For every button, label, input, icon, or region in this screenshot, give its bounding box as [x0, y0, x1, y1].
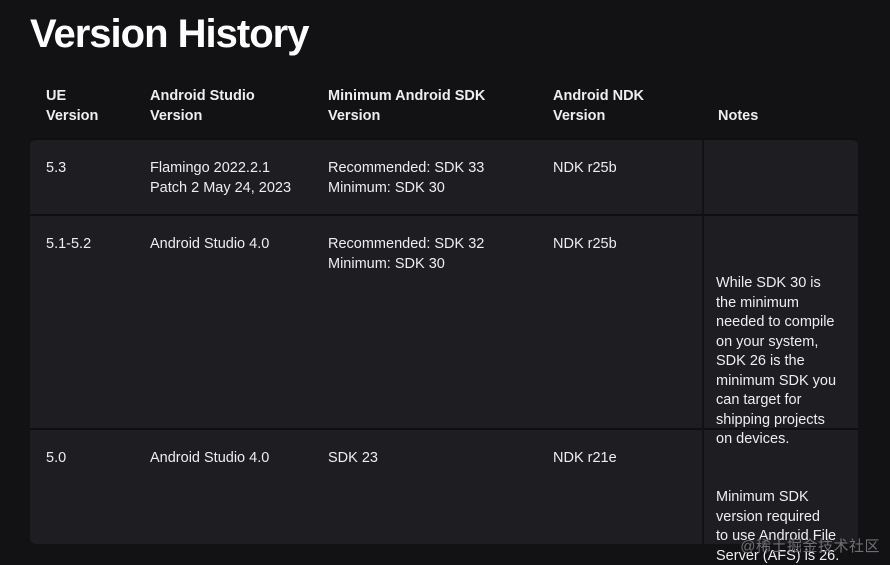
cell-android-studio-version: Android Studio 4.0 — [150, 450, 270, 466]
notes-divider — [702, 140, 704, 218]
watermark-text: @稀土掘金技术社区 — [740, 538, 880, 555]
notes-divider — [702, 216, 704, 450]
cell-ue-version: 5.0 — [46, 450, 67, 466]
cell-ndk-version: NDK r25b — [553, 236, 617, 252]
cell-notes: While SDK 30 is the minimum needed to co… — [702, 216, 858, 450]
cell-ue-version: 5.1-5.2 — [46, 236, 92, 252]
page-title: Version History — [30, 12, 309, 56]
cell-notes — [702, 140, 858, 218]
table-row: 5.1-5.2 Android Studio 4.0 Recommended: … — [30, 214, 858, 450]
cell-ndk-version: NDK r25b — [553, 160, 617, 176]
cell-ndk-version: NDK r21e — [553, 450, 617, 466]
notes-text: While SDK 30 is the minimum needed to co… — [716, 275, 837, 447]
header-ndk-version: Android NDK Version — [553, 88, 645, 124]
version-history-page: Version History UE Version Android Studi… — [0, 0, 890, 565]
table-header-row: UE Version Android Studio Version Minimu… — [30, 76, 858, 138]
cell-android-studio-version: Android Studio 4.0 — [150, 236, 270, 252]
version-table: UE Version Android Studio Version Minimu… — [30, 76, 858, 565]
header-notes: Notes — [718, 107, 759, 124]
header-android-studio-version: Android Studio Version — [150, 88, 255, 124]
cell-minimum-sdk: Recommended: SDK 32 Minimum: SDK 30 — [328, 236, 485, 272]
cell-minimum-sdk: SDK 23 — [328, 450, 378, 466]
cell-minimum-sdk: Recommended: SDK 33 Minimum: SDK 30 — [328, 160, 485, 196]
header-ue-version: UE Version — [46, 88, 99, 124]
header-minimum-sdk-version: Minimum Android SDK Version — [328, 88, 486, 124]
cell-android-studio-version: Flamingo 2022.2.1 Patch 2 May 24, 2023 — [150, 160, 292, 196]
cell-ue-version: 5.3 — [46, 160, 67, 176]
notes-divider — [702, 430, 704, 565]
table-row: 5.3 Flamingo 2022.2.1 Patch 2 May 24, 20… — [30, 138, 858, 218]
